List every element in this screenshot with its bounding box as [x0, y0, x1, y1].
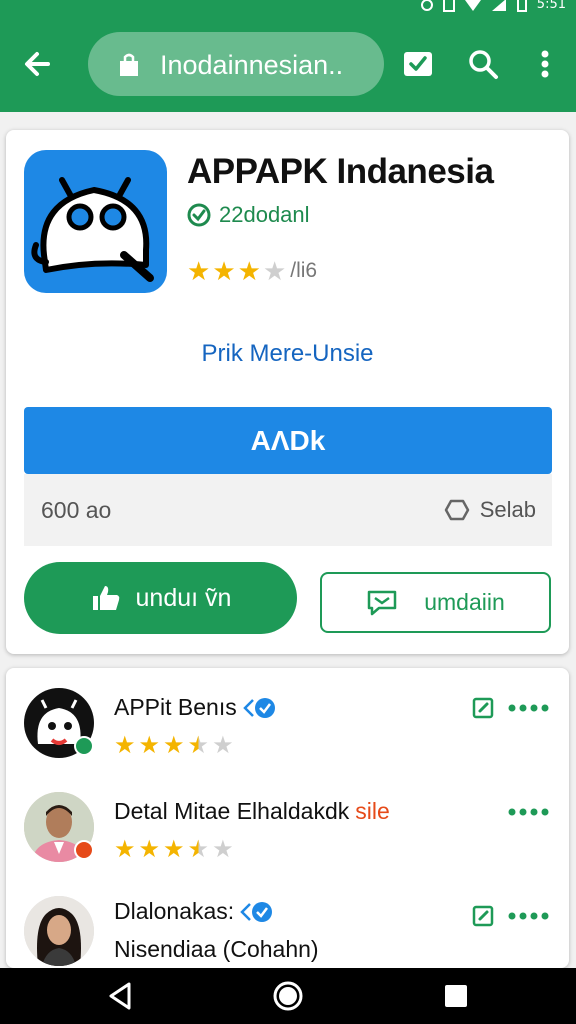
app-rating: ★ ★ ★ ★ /li6 [187, 258, 317, 284]
back-triangle-icon[interactable] [105, 980, 137, 1012]
item-title: Detal Mitae Elhaldakdk sile [114, 798, 390, 825]
list-item[interactable]: APPit Benıs ★ ★ ★ ★ ★ [6, 668, 569, 772]
item-title-text: Detal Mitae Elhaldakdk [114, 798, 350, 824]
star-empty-icon: ★ [262, 256, 287, 286]
url-text: Inodainnesian.. [160, 50, 344, 80]
star-full-icon: ★ [163, 836, 185, 863]
back-arrow-icon[interactable] [18, 44, 58, 84]
download-label: unduı ṽn [135, 583, 232, 612]
url-bar[interactable]: Inodainnesian.. [88, 32, 384, 96]
app-bar: Inodainnesian.. [0, 16, 576, 112]
share-button[interactable]: umdaiin [320, 572, 551, 633]
star-full-icon: ★ [212, 256, 236, 286]
star-full-icon: ★ [163, 732, 185, 759]
online-badge [74, 736, 94, 756]
verified-check-icon [187, 203, 211, 227]
signal-icon [491, 0, 506, 11]
edit-note-icon[interactable] [471, 696, 495, 720]
verified-badge-icon [242, 697, 275, 718]
woman-photo-avatar [24, 896, 94, 966]
item-title-text: Dlalonakas: [114, 898, 235, 924]
download-button[interactable]: unduı ṽn [24, 562, 297, 634]
verified-badge-icon [240, 901, 273, 922]
status-bar: 5:51 [0, 0, 576, 16]
robot-icon [31, 177, 154, 282]
list-item[interactable]: Dlalonakas: Nisendiaa (Cohahn) [6, 876, 569, 968]
check-box-icon[interactable] [400, 46, 436, 82]
shield-icon [444, 499, 469, 521]
star-full-icon: ★ [114, 836, 136, 863]
developer-link[interactable]: Prik Mere-Unsie [6, 340, 569, 368]
info-size: 600 ao [41, 497, 112, 523]
app-icon[interactable] [24, 150, 167, 293]
verified-developer[interactable]: 22dodanl [187, 202, 310, 228]
item-title-highlight: sile [355, 798, 390, 824]
edit-note-icon[interactable] [471, 904, 495, 928]
item-rating: ★ ★ ★ ★ ★ [114, 734, 234, 758]
info-safe-label: Selab [479, 497, 536, 522]
more-horiz-icon[interactable] [507, 804, 551, 820]
app-card: APPAPK Indanesia 22dodanl ★ ★ ★ ★ /li6 P… [6, 130, 569, 654]
more-horiz-icon[interactable] [507, 908, 551, 924]
app-title: APPAPK Indanesia [187, 152, 494, 191]
install-apk-button[interactable]: AΛDk [24, 407, 552, 474]
message-icon [367, 590, 397, 615]
star-empty-icon: ★ [212, 732, 234, 759]
star-full-icon: ★ [138, 836, 161, 863]
share-label: umdaiin [424, 589, 505, 615]
shopping-bag-icon [120, 53, 138, 76]
recents-square-icon[interactable] [440, 980, 472, 1012]
search-icon[interactable] [465, 46, 501, 82]
review-list: APPit Benıs ★ ★ ★ ★ ★ Detal Mitae Elhald… [6, 668, 569, 968]
item-title-text: APPit Benıs [114, 694, 237, 720]
item-title: Dlalonakas: [114, 898, 274, 925]
item-title: APPit Benıs [114, 694, 277, 721]
notification-badge [74, 840, 94, 860]
status-time: 5:51 [536, 0, 566, 12]
star-full-icon: ★ [187, 256, 211, 286]
list-item[interactable]: Detal Mitae Elhaldakdk sile ★ ★ ★ ★ ★ [6, 772, 569, 876]
more-horiz-icon[interactable] [507, 700, 551, 716]
item-rating: ★ ★ ★ ★ ★ [114, 838, 234, 862]
info-safe[interactable]: Selab [444, 497, 536, 523]
woman-portrait-icon [24, 896, 94, 966]
wifi-icon [465, 0, 481, 11]
home-circle-icon[interactable] [272, 980, 304, 1012]
star-full-icon: ★ [237, 256, 261, 286]
more-vert-icon[interactable] [527, 46, 563, 82]
rating-count: /li6 [290, 259, 318, 282]
status-icons: 5:51 [420, 0, 566, 12]
alarm-icon [420, 0, 433, 11]
star-full-icon: ★ [114, 732, 136, 759]
star-half-icon: ★ [187, 836, 210, 863]
item-subtitle: Nisendiaa (Cohahn) [114, 936, 319, 962]
star-empty-icon: ★ [212, 836, 234, 863]
system-nav-bar [0, 968, 576, 1024]
developer-name: 22dodanl [219, 202, 310, 227]
sim-icon [442, 0, 455, 12]
star-full-icon: ★ [138, 732, 161, 759]
download-hand-icon [92, 586, 119, 610]
battery-icon [516, 0, 527, 12]
star-half-icon: ★ [187, 732, 210, 759]
info-row: 600 ao Selab [24, 474, 552, 546]
